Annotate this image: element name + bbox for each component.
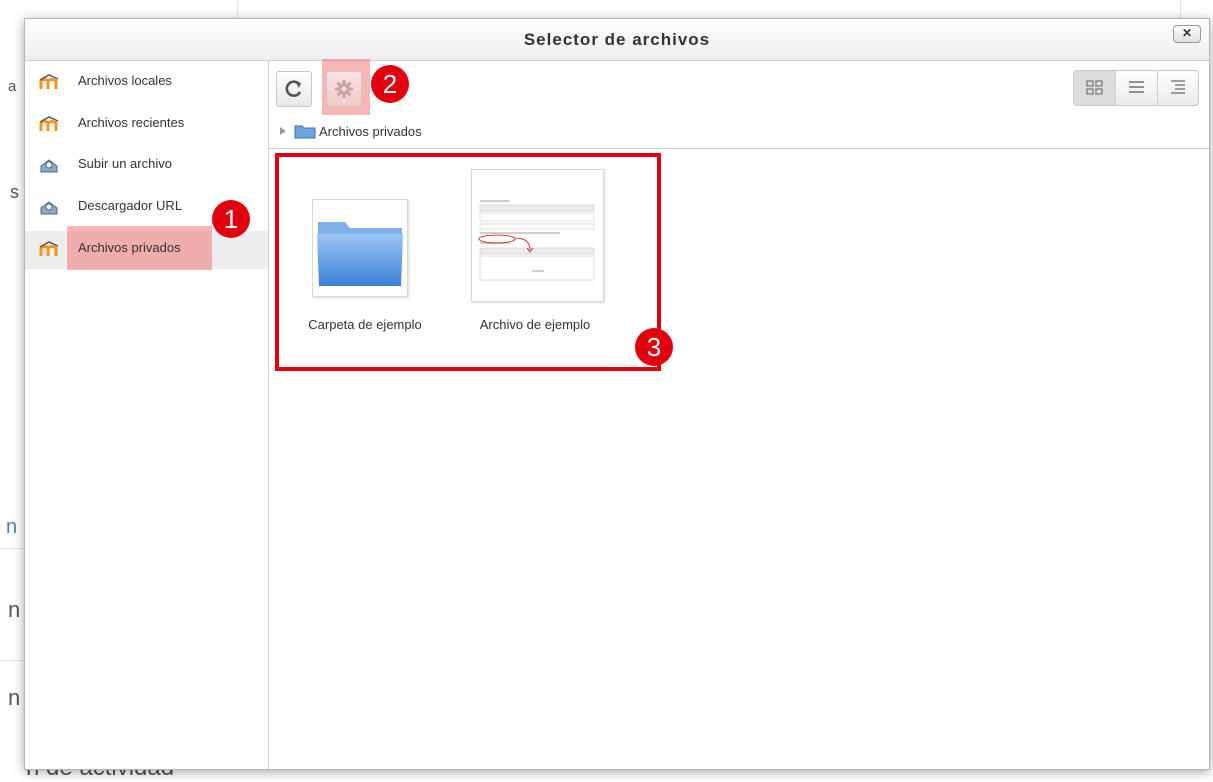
toolbar: 2 Archivos privados [269, 59, 1209, 149]
background-divider [237, 0, 238, 18]
folder-thumbnail [312, 199, 408, 297]
icon-view-button[interactable] [1074, 71, 1115, 105]
upload-icon [40, 159, 58, 173]
annotation-marker-2: 2 [371, 65, 409, 103]
upload-icon [40, 201, 58, 215]
dialog-title: Selector de archivos [523, 30, 711, 49]
breadcrumb: Archivos privados [276, 122, 422, 140]
folder-icon [317, 222, 403, 286]
sidebar-item-label: Archivos privados [78, 240, 181, 255]
view-switcher [1073, 70, 1199, 106]
sidebar-item-label: Archivos locales [78, 73, 172, 88]
background-divider [0, 548, 24, 549]
dialog-header: Selector de archivos ✕ [25, 19, 1209, 61]
background-text: n [8, 685, 21, 710]
moodle-icon [39, 241, 59, 256]
sidebar-item-label: Archivos recientes [78, 115, 185, 130]
refresh-button[interactable] [276, 71, 312, 107]
background-text: s [10, 182, 19, 202]
moodle-icon [39, 74, 59, 89]
repository-sidebar: Archivos locales Archivos recientes Subi… [25, 61, 269, 769]
sidebar-item-archivos-locales[interactable]: Archivos locales [25, 64, 268, 102]
file-name: Archivo de ejemplo [479, 317, 591, 332]
file-browser-panel: 2 Archivos privados Carpeta de ejemplo A… [269, 59, 1209, 769]
tree-view-icon [1171, 80, 1185, 94]
close-button[interactable]: ✕ [1173, 25, 1201, 43]
annotation-marker-3: 3 [635, 328, 673, 366]
list-view-icon [1129, 81, 1144, 93]
list-view-button[interactable] [1115, 71, 1157, 105]
document-thumbnail [471, 169, 604, 302]
file-grid: Carpeta de ejemplo Archivo de ejemplo 3 [269, 149, 1209, 769]
gear-icon [335, 80, 353, 98]
settings-button[interactable] [326, 71, 362, 107]
moodle-icon [39, 116, 59, 131]
sidebar-item-subir-archivo[interactable]: Subir un archivo [25, 147, 268, 185]
annotation-marker-1: 1 [212, 200, 250, 238]
tree-view-button[interactable] [1157, 71, 1199, 105]
triangle-right-icon[interactable] [276, 124, 290, 138]
background-text: a [8, 78, 17, 95]
refresh-icon [285, 80, 302, 97]
background-text: n [6, 516, 18, 538]
file-item-folder[interactable]: Carpeta de ejemplo [290, 189, 440, 349]
background-divider [0, 660, 24, 661]
sidebar-item-label: Descargador URL [78, 198, 183, 213]
background-text: n [8, 597, 21, 622]
file-picker-dialog: Selector de archivos ✕ Archivos locales … [24, 18, 1210, 770]
file-item-document[interactable]: Archivo de ejemplo [452, 169, 604, 349]
folder-icon [294, 125, 316, 139]
sidebar-item-label: Subir un archivo [78, 156, 172, 171]
sidebar-item-archivos-recientes[interactable]: Archivos recientes [25, 106, 268, 144]
background-divider [1180, 0, 1181, 18]
document-preview-icon [478, 200, 595, 281]
grid-view-icon [1086, 80, 1103, 95]
breadcrumb-item[interactable]: Archivos privados [319, 124, 422, 139]
file-name: Carpeta de ejemplo [308, 317, 422, 332]
